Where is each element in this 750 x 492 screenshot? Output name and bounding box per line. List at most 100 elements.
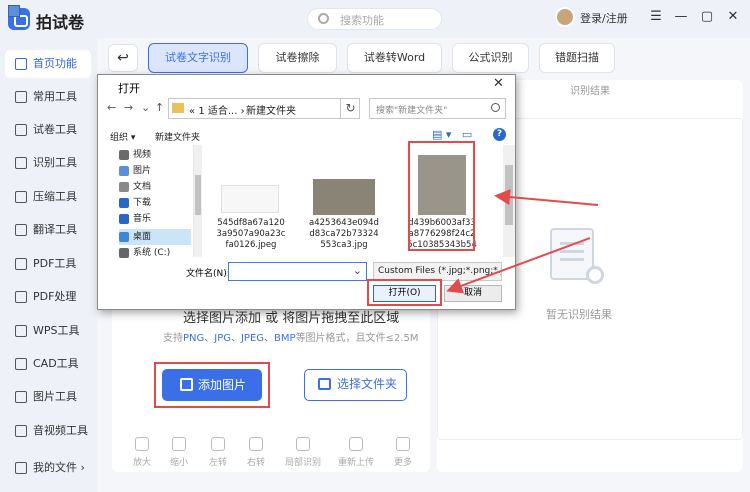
- sidebar-item-label: PDF处理: [33, 290, 77, 303]
- maximize-button[interactable]: ▢: [698, 7, 716, 27]
- pictures-folder-icon: [119, 166, 129, 176]
- sidebar-item-label: 压缩工具: [33, 190, 77, 203]
- rotate-right-tool[interactable]: 右转: [241, 437, 271, 468]
- add-image-button[interactable]: 添加图片: [162, 369, 262, 401]
- cancel-button[interactable]: 取消: [444, 285, 502, 302]
- view-options-icon[interactable]: ▤ ▾ ▭: [432, 128, 472, 141]
- sidebar-item-recognition-tools[interactable]: 识别工具: [5, 149, 91, 177]
- sidebar-item-wps-tools[interactable]: WPS工具: [5, 317, 91, 345]
- download-icon: [119, 198, 129, 208]
- more-icon: [396, 437, 410, 451]
- folder-search-input[interactable]: 搜索"新建文件夹": [369, 98, 506, 119]
- tree-item-pictures[interactable]: 图片: [119, 163, 191, 179]
- tree-item-music[interactable]: 音乐: [119, 211, 191, 227]
- dialog-close-button[interactable]: ✕: [493, 76, 504, 91]
- help-icon[interactable]: ?: [493, 128, 506, 141]
- drive-icon: [119, 248, 129, 258]
- refresh-icon[interactable]: ↻: [340, 98, 360, 119]
- tree-item-downloads[interactable]: 下载: [119, 195, 191, 211]
- sidebar-item-label: 翻译工具: [33, 223, 77, 236]
- app-name: 拍试卷: [36, 13, 85, 32]
- tab-paper-to-word[interactable]: 试卷转Word: [347, 43, 442, 73]
- sidebar-item-paper-tools[interactable]: 试卷工具: [5, 116, 91, 144]
- partial-recognition-tool[interactable]: 局部识别: [283, 437, 323, 468]
- file-thumbnail[interactable]: [313, 179, 375, 215]
- rotate-right-icon: [249, 437, 263, 451]
- sidebar-item-cad-tools[interactable]: CAD工具: [5, 350, 91, 378]
- select-folder-label: 选择文件夹: [337, 377, 398, 391]
- close-window-button[interactable]: ✕: [724, 7, 742, 27]
- back-button[interactable]: ↩: [108, 44, 138, 72]
- sidebar-item-label: 常用工具: [33, 90, 77, 103]
- search-icon: [318, 13, 329, 24]
- folder-add-icon: [318, 378, 331, 390]
- tree-item-documents[interactable]: 文档: [119, 179, 191, 195]
- sidebar-item-pdf-process[interactable]: PDF处理: [5, 283, 91, 311]
- sidebar-item-home[interactable]: 首页功能: [5, 50, 91, 78]
- organize-menu[interactable]: 组织 ▾: [110, 130, 135, 143]
- zoom-in-tool[interactable]: 放大: [127, 437, 157, 468]
- search-icon: [491, 103, 500, 112]
- back-arrow-icon[interactable]: ←: [107, 101, 116, 114]
- tree-item-system-drive[interactable]: 系统 (C:): [119, 245, 191, 261]
- tab-formula-ocr[interactable]: 公式识别: [452, 43, 529, 73]
- filename-input[interactable]: [228, 262, 367, 281]
- tab-paper-ocr[interactable]: 试卷文字识别: [148, 43, 248, 73]
- tree-item-desktop[interactable]: 桌面: [119, 229, 191, 245]
- file-name[interactable]: 545df8a67a120 3a9507a90a23c fa0126.jpeg: [213, 218, 289, 251]
- pdf-icon: [15, 258, 27, 270]
- tab-wrong-question-scan[interactable]: 错题扫描: [539, 43, 615, 73]
- sidebar-item-label: CAD工具: [33, 357, 79, 370]
- dropdown-arrow-icon[interactable]: ⌄: [141, 101, 150, 114]
- open-button[interactable]: 打开(O): [373, 285, 436, 302]
- more-tool[interactable]: 更多: [388, 437, 418, 468]
- file-list-scrollbar[interactable]: [503, 145, 515, 257]
- sidebar-item-label: 首页功能: [33, 57, 77, 70]
- sidebar-item-label: PDF工具: [33, 257, 77, 270]
- dialog-app-icon: [8, 5, 20, 17]
- menu-button[interactable]: ☰: [647, 7, 665, 27]
- home-icon: [15, 58, 27, 70]
- tree-item-videos[interactable]: 视频: [119, 147, 191, 163]
- sidebar-item-translate-tools[interactable]: 翻译工具: [5, 216, 91, 244]
- rotate-left-tool[interactable]: 左转: [203, 437, 233, 468]
- upload-hint: 支持PNG、JPG、JPEG、BMP等图片格式，且文件≤2.5M: [163, 333, 419, 344]
- tree-scrollbar[interactable]: [194, 145, 202, 257]
- folder-search-placeholder: 搜索"新建文件夹": [376, 106, 448, 116]
- file-thumbnail[interactable]: [221, 185, 279, 213]
- avatar[interactable]: [555, 7, 575, 27]
- image-icon: [15, 391, 27, 403]
- login-link[interactable]: 登录/注册: [580, 10, 628, 26]
- breadcrumb[interactable]: « 1 适合... ›: [189, 102, 245, 117]
- paper-icon: [15, 124, 27, 136]
- sidebar-item-label: WPS工具: [33, 324, 80, 337]
- music-icon: [119, 214, 129, 224]
- zoom-out-icon: [172, 437, 186, 451]
- forward-arrow-icon[interactable]: →: [124, 101, 133, 114]
- refresh-icon: [349, 437, 363, 451]
- sidebar-item-media-tools[interactable]: 音视频工具: [5, 417, 91, 445]
- navigation-tree: 视频 图片 文档 下载 音乐 桌面 系统 (C:): [99, 145, 194, 258]
- dialog-title: 打开: [118, 82, 140, 95]
- select-folder-button[interactable]: 选择文件夹: [304, 369, 407, 401]
- sidebar-item-label: 图片工具: [33, 390, 77, 403]
- reupload-tool[interactable]: 重新上传: [336, 437, 376, 468]
- sidebar-item-label: 我的文件: [33, 461, 77, 474]
- sidebar-item-pdf-tools[interactable]: PDF工具: [5, 250, 91, 278]
- sidebar-item-image-tools[interactable]: 图片工具: [5, 383, 91, 411]
- tab-paper-erase[interactable]: 试卷擦除: [258, 43, 337, 73]
- sidebar-item-compress-tools[interactable]: 压缩工具: [5, 183, 91, 211]
- sidebar-item-label: 试卷工具: [33, 123, 77, 136]
- zoom-out-tool[interactable]: 缩小: [164, 437, 194, 468]
- minimize-button[interactable]: —: [672, 7, 690, 27]
- magnifier-icon: [586, 266, 604, 284]
- sidebar-item-common-tools[interactable]: 常用工具: [5, 83, 91, 111]
- up-arrow-icon[interactable]: ↑: [155, 101, 164, 114]
- empty-result-text: 暂无识别结果: [546, 308, 612, 321]
- new-folder-button[interactable]: 新建文件夹: [155, 130, 200, 143]
- media-icon: [15, 425, 27, 437]
- file-name[interactable]: a4253643e094d d83ca72b73324 553ca3.jpg: [306, 218, 382, 251]
- sidebar-item-my-files[interactable]: 我的文件 ›: [5, 454, 91, 482]
- breadcrumb-current[interactable]: 新建文件夹: [246, 102, 296, 117]
- search-box[interactable]: 搜索功能: [307, 8, 442, 30]
